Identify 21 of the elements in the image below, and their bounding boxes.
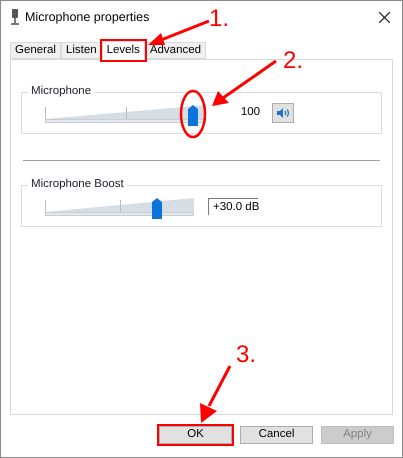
tab[interactable]: General xyxy=(10,42,61,59)
tab[interactable]: Listen xyxy=(60,42,102,59)
annotation-number: 2. xyxy=(283,49,304,73)
speaker-icon xyxy=(276,107,290,119)
level-value: 100 xyxy=(240,105,260,120)
annotation-number: 3. xyxy=(236,343,256,367)
dialog-button[interactable]: Cancel xyxy=(240,426,313,444)
dialog-button[interactable]: OK xyxy=(159,426,232,444)
annotation-arrow xyxy=(200,365,232,423)
window-title: Microphone properties xyxy=(25,8,150,26)
slider-thumb[interactable] xyxy=(152,198,162,219)
annotation-arrow xyxy=(148,20,210,45)
level-value: +30.0 dB xyxy=(208,198,258,214)
close-icon[interactable] xyxy=(379,12,390,22)
microphone-icon xyxy=(11,9,19,25)
speaker-button[interactable] xyxy=(272,103,294,123)
annotation-number: 1. xyxy=(209,7,230,31)
tab[interactable]: Levels xyxy=(102,41,145,60)
annotation-arrow xyxy=(212,60,277,106)
tab[interactable]: Advanced xyxy=(144,42,206,59)
slider-thumb[interactable] xyxy=(188,105,198,126)
